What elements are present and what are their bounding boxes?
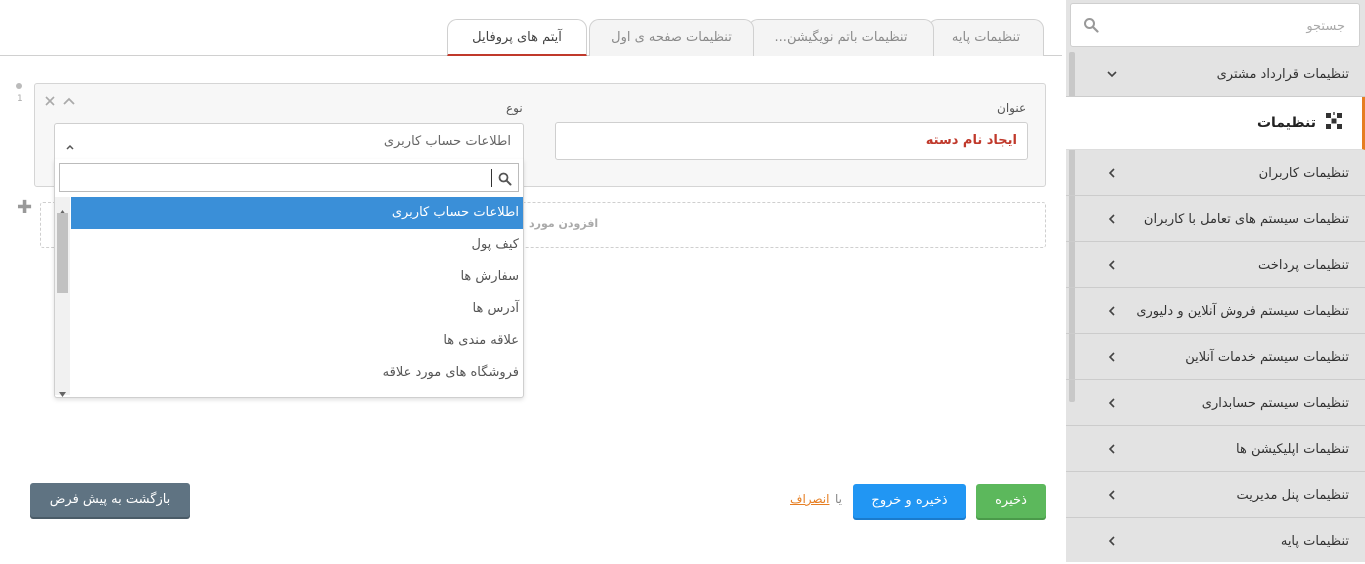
tab-home-settings[interactable]: تنظیمات صفحه ی اول bbox=[589, 19, 754, 56]
dropdown-scrollbar[interactable] bbox=[55, 197, 70, 397]
title-input[interactable]: ایجاد نام دسته bbox=[555, 122, 1028, 160]
row-index: 1 bbox=[17, 94, 23, 104]
sidebar-search[interactable] bbox=[1070, 3, 1360, 48]
chevron-left-icon bbox=[1108, 260, 1115, 270]
sidebar-item-label: تنظیمات اپلیکیشن ها bbox=[1236, 442, 1349, 457]
collapse-up-icon[interactable] bbox=[63, 91, 75, 110]
close-icon[interactable] bbox=[45, 91, 55, 110]
tab-bottom-navigation[interactable]: تنظیمات باتم نویگیشن... bbox=[748, 19, 934, 56]
tab-base-settings[interactable]: تنظیمات پایه bbox=[928, 19, 1044, 56]
dropdown-option-account-info[interactable]: اطلاعات حساب کاربری bbox=[71, 197, 523, 229]
settings-grid-icon bbox=[1324, 111, 1344, 135]
chevron-down-icon bbox=[1107, 71, 1117, 78]
sidebar-item-payment[interactable]: تنظیمات پرداخت bbox=[1066, 243, 1365, 288]
sidebar-item-label: تنظیمات پایه bbox=[1280, 534, 1349, 549]
dropdown-option-orders[interactable]: سفارش ها bbox=[71, 261, 523, 293]
scroll-down-icon[interactable] bbox=[59, 382, 66, 401]
chevron-left-icon bbox=[1108, 444, 1115, 454]
dropdown-option-addresses[interactable]: آدرس ها bbox=[71, 293, 523, 325]
sidebar-item-online-services[interactable]: تنظیمات سیستم خدمات آنلاین bbox=[1066, 335, 1365, 380]
dropdown-option-wallet[interactable]: کیف پول bbox=[71, 229, 523, 261]
type-select-value: اطلاعات حساب کاربری bbox=[383, 134, 511, 149]
sidebar-item-label: تنظیمات سیستم خدمات آنلاین bbox=[1185, 350, 1349, 365]
dropdown-options: اطلاعات حساب کاربری کیف پول سفارش ها آدر… bbox=[71, 197, 523, 389]
dropdown-search-input[interactable] bbox=[59, 163, 519, 192]
chevron-left-icon bbox=[1108, 398, 1115, 408]
sidebar-search-input[interactable] bbox=[1103, 4, 1347, 48]
sidebar-item-settings[interactable]: تنظیمات bbox=[1066, 97, 1365, 150]
sidebar-item-label: تنظیمات سیستم فروش آنلاین و دلیوری bbox=[1136, 304, 1349, 319]
tab-profile-items[interactable]: آیتم های پروفایل bbox=[447, 19, 587, 56]
sidebar-item-label: تنظیمات پرداخت bbox=[1258, 258, 1349, 273]
sidebar-item-label: تنظیمات سیستم های تعامل با کاربران bbox=[1143, 212, 1349, 227]
sidebar-item-user-interaction[interactable]: تنظیمات سیستم های تعامل با کاربران bbox=[1066, 197, 1365, 242]
chevron-left-icon bbox=[1108, 168, 1115, 178]
or-text: یا bbox=[835, 492, 842, 506]
text-cursor bbox=[491, 169, 492, 187]
save-exit-button[interactable]: ذخیره و خروج bbox=[853, 484, 966, 518]
dropdown-option-favorite-stores[interactable]: فروشگاه های مورد علاقه bbox=[71, 357, 523, 389]
title-label: عنوان bbox=[997, 101, 1027, 115]
sidebar-item-label: تنظیمات قرارداد مشتری bbox=[1216, 67, 1349, 82]
add-item-label: افزودن مورد bbox=[529, 217, 599, 230]
cancel-link[interactable]: انصراف bbox=[790, 492, 829, 506]
plus-icon[interactable]: ✚ bbox=[17, 197, 32, 218]
chevron-up-icon bbox=[65, 136, 75, 155]
drag-handle[interactable] bbox=[16, 83, 22, 89]
sidebar-item-label: تنظیمات پنل مدیریت bbox=[1236, 488, 1349, 503]
type-select[interactable]: اطلاعات حساب کاربری bbox=[54, 123, 524, 159]
sidebar-item-label: تنظیمات کاربران bbox=[1258, 166, 1349, 181]
sidebar-item-label: تنظیمات bbox=[1256, 115, 1316, 131]
sidebar-item-users[interactable]: تنظیمات کاربران bbox=[1066, 151, 1365, 196]
sidebar-item-label: تنظیمات سیستم حسابداری bbox=[1201, 396, 1349, 411]
scrollbar-thumb[interactable] bbox=[57, 213, 68, 293]
type-label: نوع bbox=[506, 101, 523, 115]
dropdown-option-favorites[interactable]: علاقه مندی ها bbox=[71, 325, 523, 357]
sidebar-item-customer-contract[interactable]: تنظیمات قرارداد مشتری bbox=[1066, 52, 1365, 97]
chevron-left-icon bbox=[1108, 214, 1115, 224]
save-button[interactable]: ذخیره bbox=[976, 484, 1046, 518]
sidebar-item-admin-panel[interactable]: تنظیمات پنل مدیریت bbox=[1066, 473, 1365, 518]
chevron-left-icon bbox=[1108, 490, 1115, 500]
search-icon[interactable] bbox=[1083, 17, 1099, 37]
chevron-left-icon bbox=[1108, 306, 1115, 316]
sidebar-item-accounting[interactable]: تنظیمات سیستم حسابداری bbox=[1066, 381, 1365, 426]
type-dropdown: اطلاعات حساب کاربری کیف پول سفارش ها آدر… bbox=[54, 159, 524, 398]
chevron-left-icon bbox=[1108, 352, 1115, 362]
reset-default-button[interactable]: بازگشت به پیش فرض bbox=[30, 483, 190, 517]
sidebar-item-online-sales[interactable]: تنظیمات سیستم فروش آنلاین و دلیوری bbox=[1066, 289, 1365, 334]
sidebar: تنظیمات قرارداد مشتری تنظیمات تنظیمات کا… bbox=[1066, 0, 1365, 562]
sidebar-item-base-settings[interactable]: تنظیمات پایه bbox=[1066, 519, 1365, 564]
sidebar-item-applications[interactable]: تنظیمات اپلیکیشن ها bbox=[1066, 427, 1365, 472]
chevron-left-icon bbox=[1108, 536, 1115, 546]
search-icon bbox=[498, 171, 512, 190]
